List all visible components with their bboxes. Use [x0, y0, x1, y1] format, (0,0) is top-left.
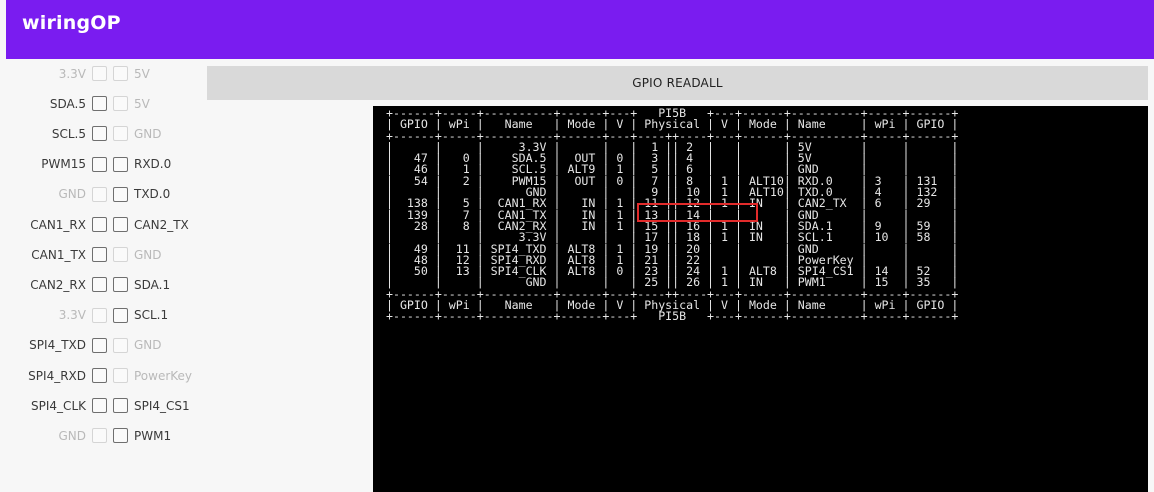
pin-toggle-left[interactable]: PWM15 [41, 156, 107, 172]
pin-label: GND [134, 338, 162, 353]
pin-toggle-right: GND [113, 247, 162, 263]
pin-checkbox[interactable] [92, 337, 107, 353]
pin-label: PWM15 [41, 157, 86, 172]
pin-row: 3.3V SCL.1 [0, 302, 215, 332]
pin-toggle-right[interactable]: CAN2_TX [113, 217, 189, 232]
pin-label: CAN1_RX [30, 217, 86, 232]
pin-label: 3.3V [58, 308, 86, 323]
pin-checkbox[interactable] [92, 96, 107, 112]
pin-toggle-right: PowerKey [113, 368, 192, 383]
pin-checkbox[interactable] [92, 217, 107, 232]
pin-row: 3.3V 5V [0, 60, 215, 90]
pin-toggle-left[interactable]: SPI4_RXD [28, 368, 107, 383]
pin-toggle-right[interactable]: TXD.0 [113, 186, 171, 202]
app-title: wiringOP [22, 12, 121, 34]
pin-label: RXD.0 [134, 157, 172, 172]
pin-row: PWM15 RXD.0 [0, 151, 215, 181]
pin-checkbox[interactable] [92, 368, 107, 383]
pin-row: SPI4_RXD PowerKey [0, 362, 215, 392]
pin-toggle-right: 5V [113, 96, 150, 112]
pin-checkbox[interactable] [113, 428, 128, 444]
pin-toggle-left: 3.3V [59, 66, 107, 81]
pin-label: CAN2_TX [134, 217, 189, 232]
pin-checkbox[interactable] [92, 398, 107, 414]
pin-checkbox[interactable] [113, 307, 128, 323]
pin-toggle-left[interactable]: SDA.5 [49, 96, 107, 112]
pin-label: 3.3V [58, 66, 86, 81]
pin-label: PowerKey [134, 368, 193, 383]
pin-row: GND PWM1 [0, 422, 215, 452]
pin-toggle-left[interactable]: CAN1_RX [30, 217, 107, 232]
highlight-box [637, 203, 758, 222]
pin-toggle-left[interactable]: SCL.5 [51, 126, 107, 142]
pin-label: PWM1 [134, 428, 172, 443]
pin-row: SCL.5 GND [0, 120, 215, 150]
pin-toggle-right: GND [113, 337, 162, 353]
pin-checkbox[interactable] [113, 398, 128, 414]
pin-checkbox [92, 428, 107, 444]
pin-label: SPI4_TXD [29, 338, 86, 353]
gpio-readall-button[interactable]: GPIO READALL [207, 66, 1148, 100]
pin-label: SPI4_RXD [28, 368, 86, 383]
pin-label: GND [58, 187, 86, 202]
pin-label: TXD.0 [134, 187, 171, 202]
pin-toggle-left: 3.3V [58, 307, 107, 323]
pin-toggle-left[interactable]: SPI4_TXD [29, 337, 107, 353]
pin-toggle-left[interactable]: SPI4_CLK [31, 398, 107, 414]
readall-output-terminal: +------+-----+----------+------+---+ PI5… [373, 106, 1148, 492]
pin-checkbox[interactable] [113, 186, 128, 202]
pin-toggle-right[interactable]: SDA.1 [113, 277, 171, 293]
pin-toggle-right[interactable]: RXD.0 [113, 156, 172, 172]
pin-checkbox[interactable] [92, 126, 107, 142]
pin-checkbox[interactable] [92, 247, 107, 263]
pin-row: CAN1_TX GND [0, 241, 215, 271]
pin-checkbox [113, 247, 128, 263]
pin-checkbox [92, 66, 107, 81]
pin-label: SCL.5 [51, 126, 86, 141]
pin-label: SPI4_CLK [31, 398, 86, 413]
pin-toggle-right: 5V [113, 66, 150, 81]
pin-checkbox[interactable] [92, 277, 107, 293]
app-bar: wiringOP [6, 0, 1154, 59]
pin-toggle-right[interactable]: SPI4_CS1 [113, 398, 190, 414]
pin-toggle-right[interactable]: PWM1 [113, 428, 172, 444]
pin-label: GND [58, 428, 86, 443]
pin-label: SDA.1 [134, 277, 171, 292]
pin-label: GND [134, 247, 162, 262]
pin-toggle-left[interactable]: CAN2_RX [30, 277, 107, 293]
pin-row: SPI4_CLK SPI4_CS1 [0, 392, 215, 422]
pin-label: CAN2_RX [30, 277, 86, 292]
pin-toggle-left[interactable]: CAN1_TX [31, 247, 107, 263]
pin-checkbox [113, 66, 128, 81]
pin-toggle-right: GND [113, 126, 162, 142]
pin-label: SCL.1 [134, 308, 169, 323]
pin-checkbox [113, 126, 128, 142]
pin-label: SDA.5 [49, 96, 86, 111]
pin-label: 5V [134, 96, 150, 111]
pin-checkbox[interactable] [113, 156, 128, 172]
pin-checkbox[interactable] [113, 277, 128, 293]
pin-checkbox [113, 368, 128, 383]
pin-row: GND TXD.0 [0, 181, 215, 211]
pin-label: 5V [134, 66, 150, 81]
pin-checkbox [113, 337, 128, 353]
pin-toggle-right[interactable]: SCL.1 [113, 307, 169, 323]
pin-row: SDA.5 5V [0, 90, 215, 120]
pin-toggle-left: GND [58, 428, 107, 444]
pin-row: SPI4_TXD GND [0, 332, 215, 362]
pin-toggle-left: GND [58, 186, 107, 202]
pin-checkbox[interactable] [92, 156, 107, 172]
pin-checkbox [113, 96, 128, 112]
pin-checkbox [92, 307, 107, 323]
pin-label: CAN1_TX [31, 247, 86, 262]
pin-row: CAN2_RX SDA.1 [0, 271, 215, 301]
pin-label: SPI4_CS1 [134, 398, 190, 413]
pin-checkbox [92, 186, 107, 202]
pin-row: CAN1_RX CAN2_TX [0, 211, 215, 241]
pin-label: GND [134, 126, 162, 141]
pin-checkbox[interactable] [113, 217, 128, 232]
